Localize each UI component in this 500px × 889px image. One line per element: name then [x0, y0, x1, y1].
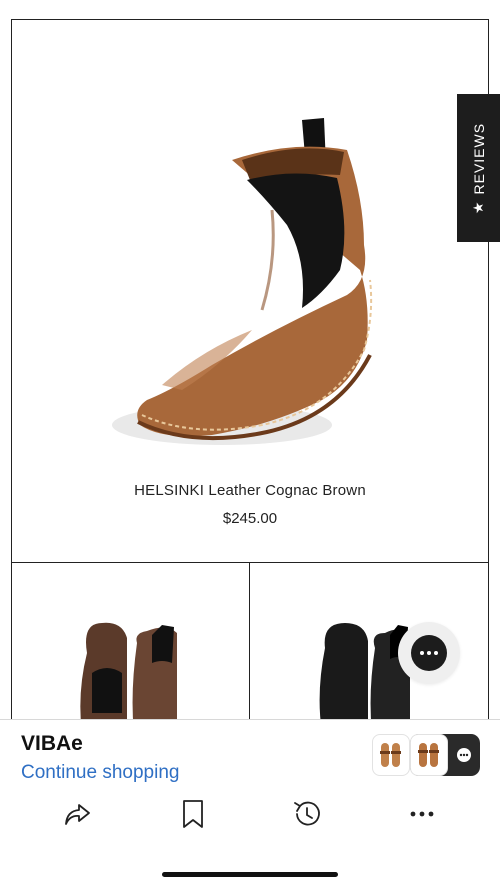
product-card-main[interactable]: HELSINKI Leather Cognac Brown $245.00 — [11, 19, 489, 564]
bottom-sheet: VIBAe Continue shopping — [0, 719, 500, 889]
brown-boots-pair-image[interactable] — [12, 563, 251, 732]
product-card-brown-pair[interactable] — [11, 562, 251, 732]
recent-thumbnails[interactable] — [372, 734, 480, 776]
star-icon: ★ — [470, 200, 487, 214]
thumbnail-sandals-1[interactable] — [372, 734, 410, 776]
continue-shopping-link[interactable]: Continue shopping — [21, 762, 179, 784]
cognac-chelsea-boot-image[interactable] — [102, 80, 402, 480]
product-price: $245.00 — [222, 510, 278, 527]
chat-bubble-icon — [411, 635, 447, 671]
browser-toolbar — [0, 790, 500, 836]
bookmark-icon[interactable] — [173, 794, 213, 834]
more-icon[interactable] — [402, 794, 442, 834]
reviews-tab[interactable]: ★ REVIEWS — [457, 94, 500, 242]
store-name: VIBAe — [21, 732, 83, 755]
thumbnail-sandals-2[interactable] — [410, 734, 448, 776]
product-name[interactable]: HELSINKI Leather Cognac Brown — [12, 482, 488, 499]
share-icon[interactable] — [57, 794, 97, 834]
reviews-label: REVIEWS — [470, 122, 487, 195]
product-grid: HELSINKI Leather Cognac Brown $245.00 — [0, 0, 500, 732]
history-icon[interactable] — [287, 794, 327, 834]
chat-bubble-button[interactable] — [398, 622, 460, 684]
home-indicator[interactable] — [162, 872, 338, 877]
